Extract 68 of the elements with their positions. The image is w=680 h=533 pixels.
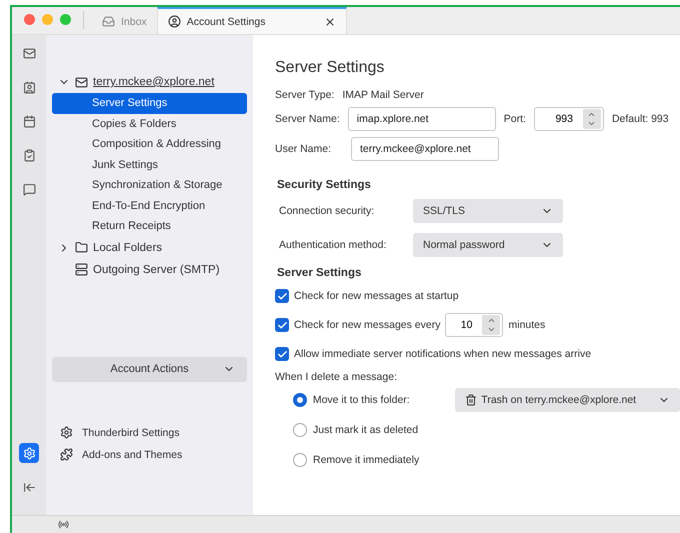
tree-item[interactable]: Local Folders: [93, 242, 162, 254]
tree-item[interactable]: Outgoing Server (SMTP): [93, 264, 220, 276]
tab[interactable]: Account Settings: [156, 7, 347, 34]
server-name-field[interactable]: imap.xplore.net: [348, 107, 496, 131]
sidebar-item[interactable]: End-To-End Encryption: [52, 196, 247, 216]
radio-label: Just mark it as deleted: [313, 424, 420, 436]
check-icon: [276, 320, 288, 330]
field-label: Server Name:: [275, 113, 340, 125]
check-icon: [276, 348, 288, 360]
puzzle-icon: [60, 448, 73, 461]
inbox-icon: [102, 15, 115, 28]
settings-icon: [60, 426, 73, 439]
field-value: IMAP Mail Server: [342, 89, 424, 101]
account-name[interactable]: terry.mckee@xplore.net: [93, 76, 214, 88]
close-light[interactable]: [24, 14, 35, 25]
field-label: User Name:: [275, 143, 332, 155]
sidebar-item[interactable]: Composition & Addressing: [52, 134, 247, 154]
field-label: Authentication method:: [279, 239, 388, 251]
sidebar-item[interactable]: Synchronization & Storage: [52, 175, 247, 196]
clipboard-icon: [22, 148, 36, 162]
rail-button[interactable]: [19, 443, 39, 463]
field-label: When I delete a message:: [275, 371, 397, 383]
folder-icon: [75, 241, 88, 254]
sidebar-item[interactable]: Server Settings: [52, 93, 247, 114]
sidebar-item[interactable]: Return Receipts: [52, 216, 247, 236]
unit-label: minutes: [508, 319, 546, 331]
collapse-icon: [22, 480, 36, 494]
section-heading: Server Settings: [277, 267, 362, 279]
checkbox[interactable]: [275, 289, 289, 303]
calendar-icon: [22, 114, 36, 128]
check-icon: [276, 290, 288, 302]
radio-button[interactable]: [293, 453, 307, 467]
trash-icon: [465, 394, 478, 406]
sidebar-link[interactable]: Add-ons and Themes: [82, 448, 182, 460]
sidebar-link[interactable]: Thunderbird Settings: [82, 426, 180, 438]
server-icon: [75, 263, 88, 276]
radio-label: Remove it immediately: [313, 454, 420, 466]
connection-icon: [58, 519, 69, 530]
checkbox[interactable]: [275, 318, 289, 332]
account-icon: [168, 15, 181, 28]
sidebar-item[interactable]: Junk Settings: [52, 154, 247, 175]
settings-icon: [22, 446, 36, 460]
mail-icon: [75, 76, 88, 88]
field-label: Connection security:: [279, 205, 376, 217]
checkbox[interactable]: [275, 347, 289, 361]
radio-button[interactable]: [293, 393, 307, 407]
field-label: Port:: [504, 113, 526, 125]
page-title: Server Settings: [275, 59, 386, 77]
folder-dropdown[interactable]: Trash on terry.mckee@xplore.net: [455, 388, 680, 412]
user-name-field[interactable]: terry.mckee@xplore.net: [351, 137, 499, 161]
dropdown[interactable]: Normal password: [413, 233, 563, 257]
port-field[interactable]: 993: [534, 107, 604, 131]
section-heading: Security Settings: [277, 179, 372, 191]
dropdown[interactable]: SSL/TLS: [413, 199, 563, 223]
interval-field[interactable]: 10: [445, 313, 504, 337]
checkbox-label: Check for new messages every: [294, 319, 440, 331]
radio-button[interactable]: [293, 423, 307, 437]
mail-icon: [22, 46, 36, 60]
radio-label: Move it to this folder:: [312, 394, 411, 406]
chat-icon: [22, 182, 36, 196]
checkbox-label: Check for new messages at startup: [294, 290, 459, 302]
address-book-icon: [22, 80, 36, 94]
sidebar-item[interactable]: Copies & Folders: [52, 114, 247, 134]
account-actions-button[interactable]: Account Actions: [52, 356, 247, 382]
checkbox-label: Allow immediate server notifications when new messages arrive: [294, 348, 592, 360]
close-icon[interactable]: [324, 16, 336, 28]
default-port-text: Default: 993: [612, 113, 669, 125]
field-label: Server Type:: [275, 89, 334, 101]
